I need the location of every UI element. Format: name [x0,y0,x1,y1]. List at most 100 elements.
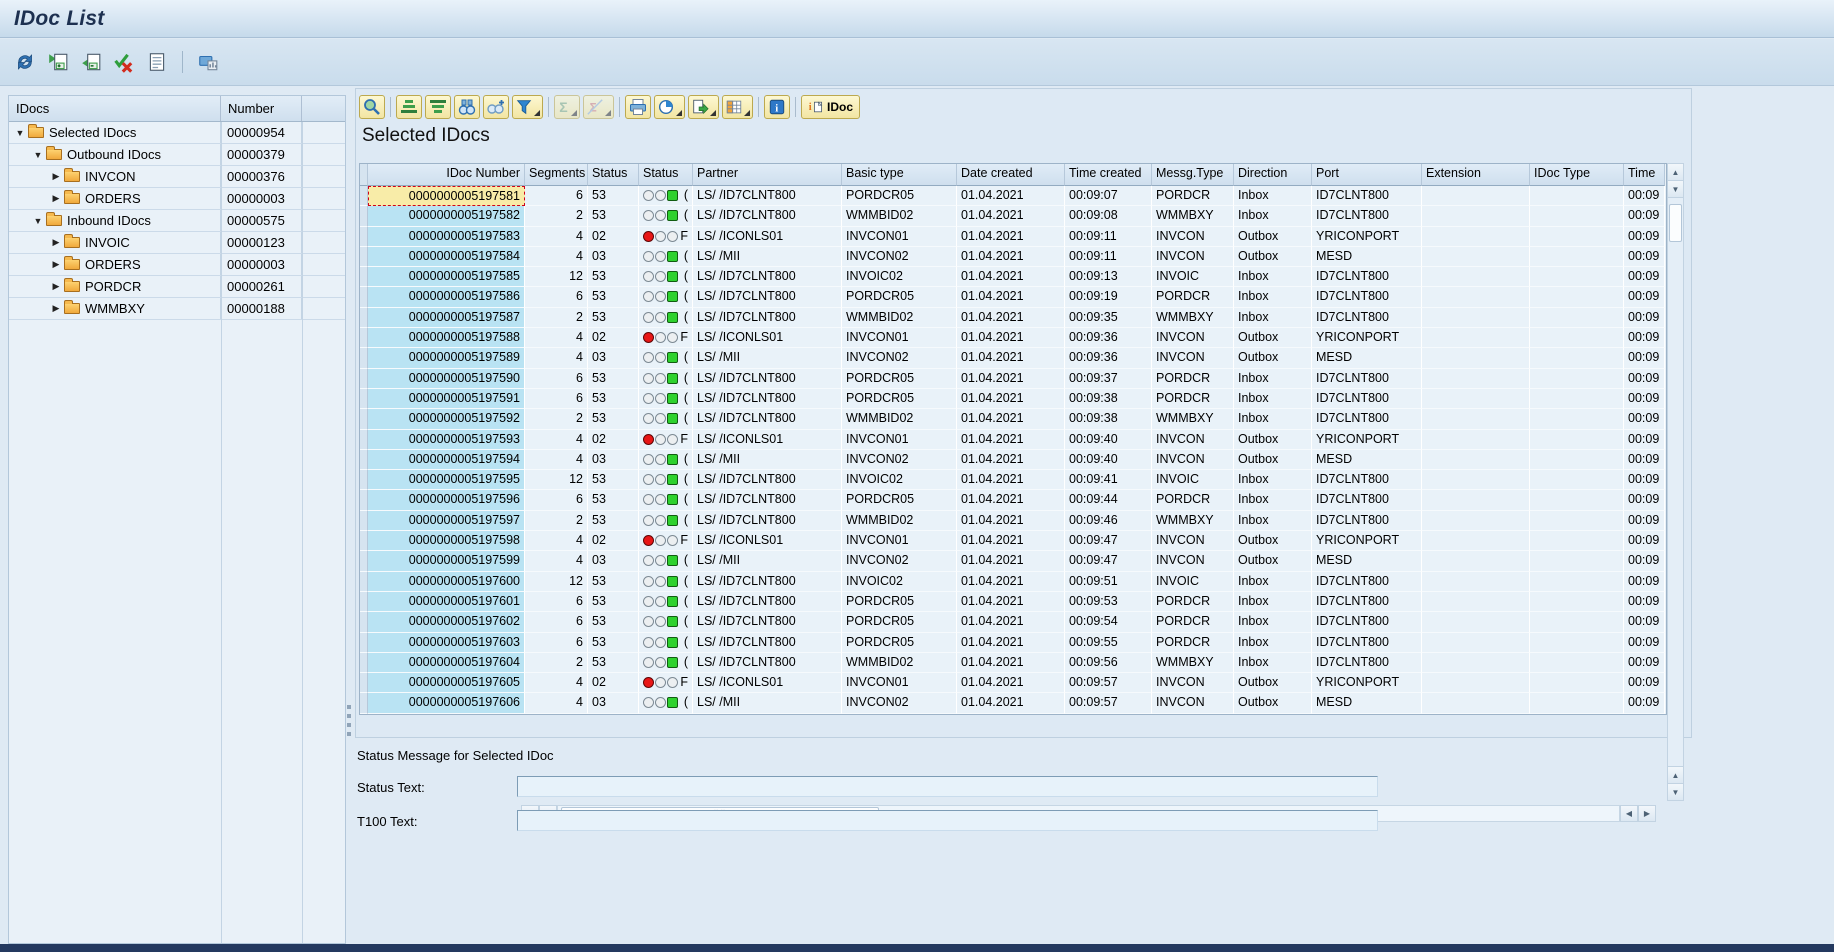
cell-segments[interactable]: 4 [525,450,588,470]
cell-partner[interactable]: LS/ /ICONLS01 [693,328,842,348]
cell-idoc-number[interactable]: 0000000005197606 [368,693,525,713]
cell-port[interactable]: ID7CLNT800 [1312,612,1422,632]
cell-time[interactable]: 00:09 [1624,531,1665,551]
table-row[interactable]: 00000000051975951253(LS/ /ID7CLNT800INVO… [360,470,1666,490]
cell-time-created[interactable]: 00:09:51 [1065,572,1152,592]
cell-status-code[interactable]: 53 [588,369,639,389]
cell-extension[interactable] [1422,430,1530,450]
cell-status-light[interactable]: ( [639,247,693,267]
cell-partner[interactable]: LS/ /ICONLS01 [693,673,842,693]
cell-idoc-number[interactable]: 0000000005197596 [368,490,525,510]
cell-message-type[interactable]: INVCON [1152,227,1234,247]
cell-idoc-number[interactable]: 0000000005197589 [368,348,525,368]
cell-segments[interactable]: 2 [525,511,588,531]
cell-segments[interactable]: 4 [525,693,588,713]
cell-idoc-type[interactable] [1530,186,1624,206]
splitter-handle[interactable] [347,700,352,741]
cell-time-created[interactable]: 00:09:46 [1065,511,1152,531]
cell-idoc-number[interactable]: 0000000005197599 [368,551,525,571]
cell-time[interactable]: 00:09 [1624,572,1665,592]
cell-idoc-type[interactable] [1530,633,1624,653]
cell-status-light[interactable]: ( [639,308,693,328]
column-header-idoc-number[interactable]: IDoc Number [368,164,525,186]
cell-basic-type[interactable]: INVCON01 [842,531,957,551]
tree-item-invoic[interactable]: ▶INVOIC00000123 [9,232,345,254]
cell-direction[interactable]: Inbox [1234,206,1312,226]
cell-basic-type[interactable]: INVCON02 [842,348,957,368]
cell-time[interactable]: 00:09 [1624,369,1665,389]
cell-time-created[interactable]: 00:09:35 [1065,308,1152,328]
cell-message-type[interactable]: WMMBXY [1152,308,1234,328]
cell-status-code[interactable]: 53 [588,612,639,632]
cell-direction[interactable]: Outbox [1234,673,1312,693]
cell-extension[interactable] [1422,186,1530,206]
cell-basic-type[interactable]: INVCON01 [842,227,957,247]
cell-basic-type[interactable]: PORDCR05 [842,369,957,389]
chevron-down-icon[interactable]: ▼ [33,150,43,160]
cell-time[interactable]: 00:09 [1624,227,1665,247]
cell-status-code[interactable]: 53 [588,308,639,328]
status-text-field[interactable] [517,776,1378,797]
scroll-left-end-icon[interactable]: ◀ [1620,805,1638,822]
cell-idoc-number[interactable]: 0000000005197582 [368,206,525,226]
cell-port[interactable]: ID7CLNT800 [1312,592,1422,612]
cell-date-created[interactable]: 01.04.2021 [957,206,1065,226]
cell-idoc-type[interactable] [1530,409,1624,429]
table-row[interactable]: 0000000005197594403(LS/ /MIIINVCON0201.0… [360,450,1666,470]
cell-status-code[interactable]: 53 [588,287,639,307]
cell-status-light[interactable]: ( [639,267,693,287]
cell-idoc-number[interactable]: 0000000005197594 [368,450,525,470]
graphic-icon[interactable] [195,49,221,75]
cell-segments[interactable]: 2 [525,206,588,226]
cell-extension[interactable] [1422,612,1530,632]
cell-time-created[interactable]: 00:09:19 [1065,287,1152,307]
cell-date-created[interactable]: 01.04.2021 [957,287,1065,307]
cell-basic-type[interactable]: PORDCR05 [842,612,957,632]
cell-port[interactable]: ID7CLNT800 [1312,409,1422,429]
display-list-icon[interactable] [144,49,170,75]
tree-item-number[interactable]: 00000188 [221,298,302,319]
t100-text-field[interactable] [517,810,1378,831]
cell-time[interactable]: 00:09 [1624,247,1665,267]
cell-date-created[interactable]: 01.04.2021 [957,633,1065,653]
cell-partner[interactable]: LS/ /ID7CLNT800 [693,409,842,429]
row-leader[interactable] [360,287,368,307]
cell-message-type[interactable]: INVCON [1152,348,1234,368]
cell-time-created[interactable]: 00:09:40 [1065,430,1152,450]
cell-time-created[interactable]: 00:09:08 [1065,206,1152,226]
cell-port[interactable]: MESD [1312,693,1422,713]
row-leader[interactable] [360,531,368,551]
cell-status-light[interactable]: ( [639,206,693,226]
cell-status-light[interactable]: ( [639,592,693,612]
cell-time-created[interactable]: 00:09:40 [1065,450,1152,470]
vertical-scrollbar-thumb[interactable] [1669,204,1682,242]
cell-segments[interactable]: 12 [525,267,588,287]
cell-idoc-number[interactable]: 0000000005197587 [368,308,525,328]
cell-idoc-number[interactable]: 0000000005197583 [368,227,525,247]
row-leader[interactable] [360,592,368,612]
cell-date-created[interactable]: 01.04.2021 [957,389,1065,409]
chevron-right-icon[interactable]: ▶ [51,303,61,314]
sort-descending-button[interactable] [425,95,451,119]
cell-status-code[interactable]: 53 [588,470,639,490]
cell-idoc-type[interactable] [1530,206,1624,226]
column-header-partner[interactable]: Partner [693,164,842,186]
cell-partner[interactable]: LS/ /ICONLS01 [693,430,842,450]
column-header-date-created[interactable]: Date created [957,164,1065,186]
row-leader[interactable] [360,693,368,713]
cell-direction[interactable]: Outbox [1234,531,1312,551]
row-leader[interactable] [360,206,368,226]
tree-item-label[interactable]: ORDERS [85,257,141,272]
cell-date-created[interactable]: 01.04.2021 [957,308,1065,328]
row-leader[interactable] [360,551,368,571]
cell-status-light[interactable]: F [639,673,693,693]
cell-idoc-number[interactable]: 0000000005197592 [368,409,525,429]
cell-date-created[interactable]: 01.04.2021 [957,612,1065,632]
cell-port[interactable]: ID7CLNT800 [1312,287,1422,307]
column-header-basic-type[interactable]: Basic type [842,164,957,186]
cell-direction[interactable]: Outbox [1234,430,1312,450]
cell-status-code[interactable]: 53 [588,633,639,653]
tree-item-label[interactable]: Inbound IDocs [67,213,151,228]
row-leader[interactable] [360,227,368,247]
table-row[interactable]: 0000000005197604253(LS/ /ID7CLNT800WMMBI… [360,653,1666,673]
